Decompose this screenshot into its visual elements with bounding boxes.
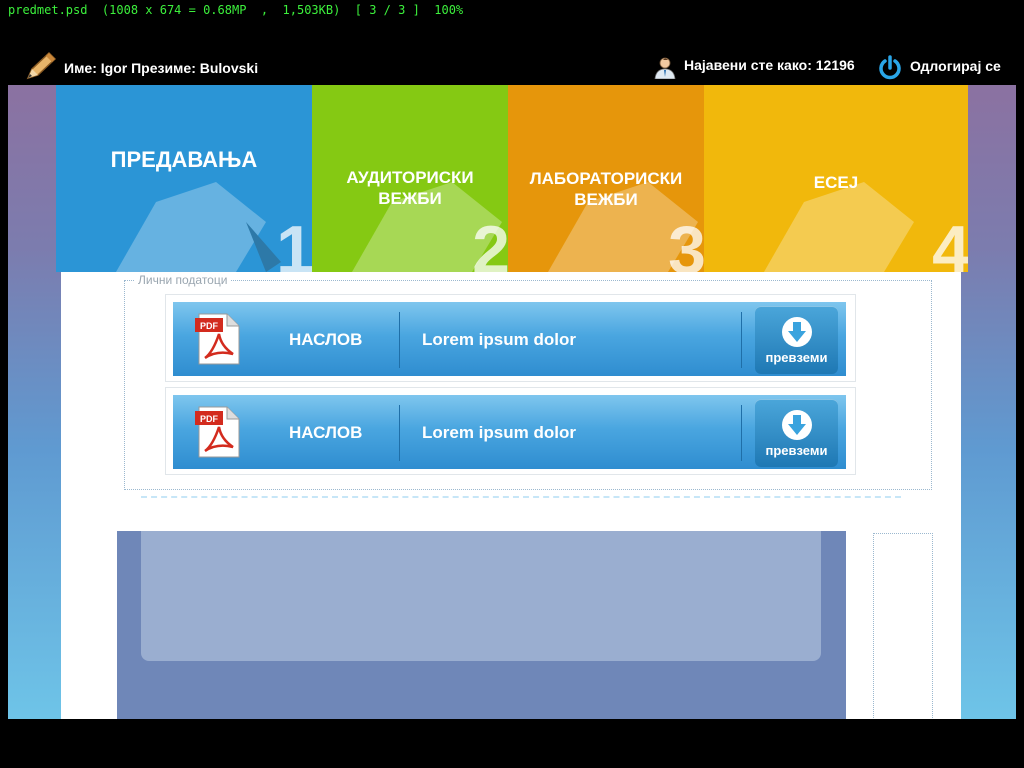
category-tiles: ПРЕДАВАЊА 1 АУДИТОРИСКИ ВЕЖБИ 2 ЛАБОРАТО… xyxy=(56,85,968,272)
tile-number: 3 xyxy=(668,212,704,272)
divider xyxy=(399,312,400,368)
content-area: Лични податоци PDF НАСЛОВ Lorem ipsum do… xyxy=(61,272,961,719)
file-row: PDF НАСЛОВ Lorem ipsum dolor превземи xyxy=(165,387,856,475)
tile-laboratory[interactable]: ЛАБОРАТОРИСКИ ВЕЖБИ 3 xyxy=(508,85,704,272)
download-label: превземи xyxy=(765,350,828,365)
divider xyxy=(741,312,742,368)
user-name: Име: Igor Презиме: Bulovski xyxy=(64,60,259,76)
tile-auditory[interactable]: АУДИТОРИСКИ ВЕЖБИ 2 xyxy=(312,85,508,272)
file-bar: PDF НАСЛОВ Lorem ipsum dolor превземи xyxy=(173,302,846,376)
page-canvas: Име: Igor Презиме: Bulovski Најавени сте… xyxy=(8,45,1016,719)
content-panel-inner xyxy=(141,531,821,661)
tile-label: ЕСЕЈ xyxy=(813,173,859,192)
download-button[interactable]: превземи xyxy=(755,399,838,467)
file-row: PDF НАСЛОВ Lorem ipsum dolor превземи xyxy=(165,294,856,382)
file-title: НАСЛОВ xyxy=(289,330,363,349)
tile-essay[interactable]: ЕСЕЈ 4 xyxy=(704,85,968,272)
fieldset-legend: Лични податоци xyxy=(135,273,231,287)
power-icon[interactable] xyxy=(877,55,903,81)
file-description: Lorem ipsum dolor xyxy=(422,330,576,349)
secondary-fieldset-edge xyxy=(873,533,933,719)
book-pen-icon xyxy=(116,182,281,272)
content-panel xyxy=(117,531,846,719)
top-bar: Име: Igor Презиме: Bulovski Најавени сте… xyxy=(8,45,1016,85)
tile-label: ЛАБОРАТОРИСКИ ВЕЖБИ xyxy=(529,169,683,209)
tile-label: ПРЕДАВАЊА xyxy=(110,147,258,172)
tile-lectures[interactable]: ПРЕДАВАЊА 1 xyxy=(56,85,312,272)
svg-text:PDF: PDF xyxy=(200,321,219,331)
file-bar: PDF НАСЛОВ Lorem ipsum dolor превземи xyxy=(173,395,846,469)
tile-label: АУДИТОРИСКИ ВЕЖБИ xyxy=(346,168,474,208)
divider xyxy=(741,405,742,461)
tile-number: 1 xyxy=(276,212,312,272)
personal-data-fieldset: Лични податоци PDF НАСЛОВ Lorem ipsum do… xyxy=(124,273,932,490)
tile-number: 2 xyxy=(472,212,508,272)
logged-in-as: Најавени сте како: 12196 xyxy=(684,57,855,73)
download-icon xyxy=(782,317,812,347)
logout-link[interactable]: Одлогирај се xyxy=(910,58,1001,74)
file-title: НАСЛОВ xyxy=(289,423,363,442)
divider xyxy=(399,405,400,461)
pdf-icon: PDF xyxy=(195,313,240,365)
svg-text:PDF: PDF xyxy=(200,414,219,424)
pdf-icon: PDF xyxy=(195,406,240,458)
download-button[interactable]: превземи xyxy=(755,306,838,374)
viewer-title: predmet.psd (1008 x 674 = 0.68MP , 1,503… xyxy=(8,3,464,17)
file-description: Lorem ipsum dolor xyxy=(422,423,576,442)
user-icon xyxy=(654,57,676,79)
pencil-icon xyxy=(26,51,57,80)
download-label: превземи xyxy=(765,443,828,458)
tile-number: 4 xyxy=(932,212,968,272)
dashed-separator xyxy=(141,496,901,498)
download-icon xyxy=(782,410,812,440)
